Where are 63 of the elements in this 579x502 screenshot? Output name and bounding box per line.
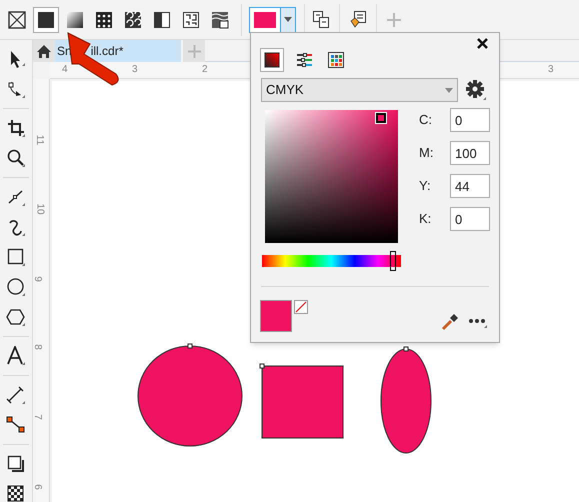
drop-shadow-icon[interactable]: [6, 454, 26, 474]
caret-icon: [284, 17, 292, 22]
connector-icon[interactable]: [6, 415, 26, 435]
channel-label: K:: [419, 210, 432, 228]
color-mode-button[interactable]: [260, 48, 284, 72]
rectangle-icon[interactable]: [6, 247, 26, 267]
close-button[interactable]: [475, 36, 489, 50]
color-picker-handle[interactable]: [376, 113, 386, 123]
half-fill-icon: [153, 10, 171, 28]
color-swatch: [254, 12, 276, 28]
search-icon[interactable]: [6, 148, 26, 168]
ruler-label: 11: [34, 134, 44, 146]
home-tab[interactable]: [33, 40, 55, 62]
ruler-label: 3: [132, 65, 138, 75]
checker-icon[interactable]: [6, 484, 26, 502]
tab-label: ill.cdr*: [90, 43, 124, 60]
pattern-fill-icon: [95, 10, 113, 28]
channel-input[interactable]: 44: [450, 174, 490, 198]
ruler-label: 10: [34, 203, 45, 215]
fill-color-picker[interactable]: [249, 6, 296, 32]
ruler-label: 2: [202, 65, 208, 75]
color-swatch: [260, 300, 292, 332]
color-viewer-icon: [264, 52, 280, 68]
channel-label: Y:: [419, 177, 432, 196]
uniform-fill-icon: [37, 10, 55, 28]
channel-label: C:: [419, 111, 433, 130]
palette-grid-icon: [328, 52, 344, 68]
dimension-icon[interactable]: [6, 385, 26, 405]
copy-fill-icon[interactable]: [313, 11, 329, 28]
eyedropper-icon[interactable]: [441, 313, 459, 331]
color-field[interactable]: [265, 110, 398, 243]
gradient-fill-icon: [66, 10, 84, 28]
edit-fill-icon[interactable]: [350, 11, 366, 28]
swirl-fill-icon: [124, 10, 142, 28]
maze-fill-icon: [182, 10, 200, 28]
caret-icon: [445, 88, 453, 92]
channel-input[interactable]: 0: [450, 108, 490, 132]
sliders-icon: [296, 52, 312, 68]
ruler-label: 9: [32, 276, 42, 282]
ruler-label: 3: [548, 65, 554, 75]
hue-slider-thumb[interactable]: [390, 251, 396, 271]
ruler-label: 8: [32, 344, 42, 350]
ruler-label: 6: [32, 484, 42, 490]
more-icon[interactable]: [469, 318, 487, 328]
settings-icon[interactable]: [465, 79, 487, 101]
color-model-dropdown[interactable]: CMYK: [261, 78, 458, 102]
channel-label: M:: [419, 144, 434, 162]
crop-icon[interactable]: [6, 118, 26, 138]
fill-type-button[interactable]: [33, 6, 59, 32]
plus-icon: [188, 44, 200, 58]
ruler-label: 4: [62, 65, 68, 75]
polygon-icon[interactable]: [6, 307, 26, 327]
no-fill-icon: [8, 10, 26, 28]
texture-fill-icon: [211, 10, 229, 28]
ruler-label: 7: [32, 414, 42, 420]
text-tool-icon[interactable]: [6, 346, 26, 366]
channel-input[interactable]: 100: [450, 141, 490, 165]
node-edit-icon[interactable]: [6, 79, 26, 99]
no-color-swatch[interactable]: [294, 300, 308, 314]
home-icon: [36, 44, 52, 58]
ellipse-icon[interactable]: [6, 277, 26, 297]
channel-input[interactable]: 0: [450, 207, 490, 231]
close-icon: [476, 38, 488, 48]
